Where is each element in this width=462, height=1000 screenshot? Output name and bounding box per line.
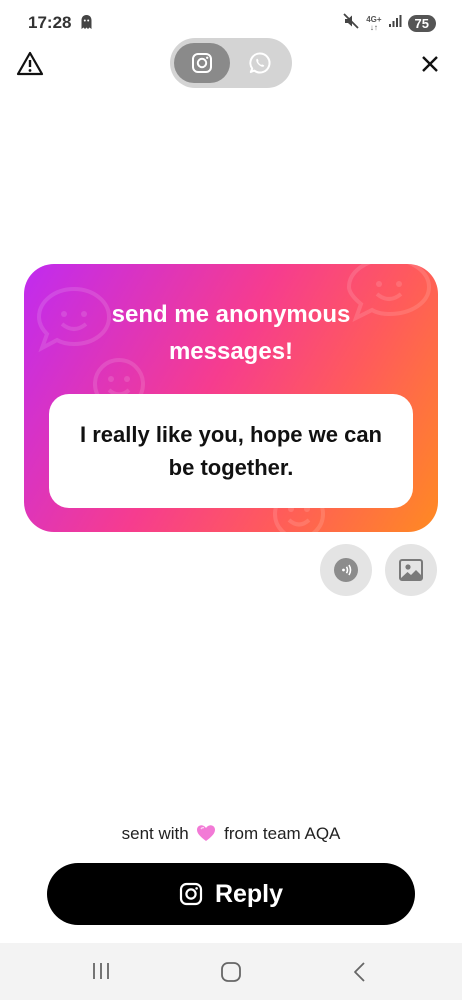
warning-icon — [16, 51, 44, 76]
footer-credit: sent with from team AQA — [0, 824, 462, 847]
back-button[interactable] — [350, 961, 370, 988]
reply-button[interactable]: Reply — [47, 863, 415, 925]
report-button[interactable] — [16, 50, 44, 78]
recent-apps-button[interactable] — [90, 961, 112, 986]
system-nav-bar — [0, 943, 462, 1000]
status-icons: 4G+ ↓↑ 75 — [342, 12, 436, 35]
card-title-line2: messages! — [168, 338, 294, 365]
share-platform-toggle[interactable] — [170, 38, 292, 88]
card-title-line1: send me anonymous — [111, 301, 351, 328]
reply-label: Reply — [214, 879, 284, 908]
instagram-icon — [192, 53, 212, 73]
recent-apps-icon — [93, 963, 109, 979]
audio-message-button[interactable] — [320, 544, 372, 596]
message-text: I really like you, hope we can be togeth… — [79, 422, 382, 480]
message-card: send me anonymous messages! I really lik… — [24, 264, 438, 532]
back-icon — [354, 962, 365, 982]
card-title: send me anonymous messages! — [24, 296, 438, 370]
instagram-icon — [179, 882, 203, 906]
close-button[interactable] — [416, 50, 444, 78]
image-attach-button[interactable] — [385, 544, 437, 596]
battery-indicator: 75 — [407, 15, 436, 32]
credit-prefix: sent with — [121, 824, 189, 843]
status-time: 17:28 — [28, 13, 72, 32]
signal-icon — [388, 14, 402, 33]
close-icon — [422, 56, 438, 72]
audio-wave-icon — [334, 558, 358, 582]
mute-icon — [342, 12, 360, 35]
credit-suffix: from team AQA — [224, 824, 341, 843]
network-activity: ↓↑ — [369, 22, 378, 32]
image-icon — [399, 559, 423, 581]
home-icon — [221, 962, 241, 982]
whatsapp-toggle[interactable] — [232, 43, 288, 83]
message-box: I really like you, hope we can be togeth… — [49, 394, 413, 508]
network-indicator: 4G+ ↓↑ — [366, 15, 381, 32]
ghost-icon — [80, 14, 93, 35]
whatsapp-icon — [249, 52, 271, 74]
home-button[interactable] — [219, 961, 243, 988]
heart-icon — [196, 824, 216, 847]
instagram-toggle[interactable] — [174, 43, 230, 83]
